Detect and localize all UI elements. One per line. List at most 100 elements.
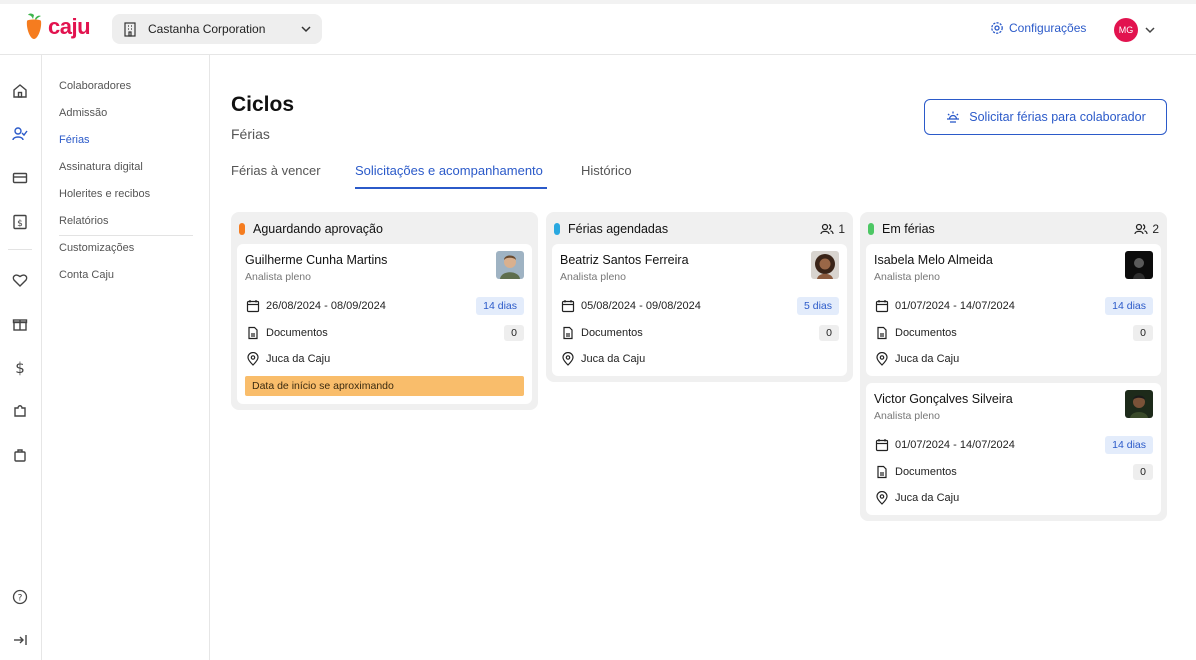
calendar-icon bbox=[245, 299, 261, 313]
subnav-item-relatorios[interactable]: Relatórios bbox=[59, 215, 109, 227]
settings-link[interactable]: Configurações bbox=[990, 21, 1086, 35]
employee-role: Analista pleno bbox=[874, 271, 940, 283]
documents-row[interactable]: Documentos 0 bbox=[874, 324, 1153, 342]
column-title: Em férias bbox=[882, 222, 935, 236]
days-badge: 14 dias bbox=[1105, 297, 1153, 315]
sun-icon bbox=[947, 111, 960, 123]
manager-row: Juca da Caju bbox=[874, 489, 1153, 507]
subnav-item-ferias[interactable]: Férias bbox=[59, 134, 90, 146]
status-dot bbox=[868, 223, 874, 235]
employee-card[interactable]: Guilherme Cunha Martins Analista pleno 2… bbox=[237, 244, 532, 404]
pin-icon bbox=[874, 491, 890, 505]
logo-text: caju bbox=[48, 14, 91, 39]
column-header: Aguardando aprovação bbox=[237, 218, 532, 240]
dollar-icon[interactable]: $ bbox=[11, 359, 29, 377]
subnav-item-conta-caju[interactable]: Conta Caju bbox=[59, 269, 114, 281]
documents-label: Documentos bbox=[266, 327, 328, 339]
warning-banner: Data de início se aproximando bbox=[245, 376, 524, 396]
subnav-item-assinatura-digital[interactable]: Assinatura digital bbox=[59, 161, 143, 173]
svg-text:$: $ bbox=[17, 219, 23, 229]
collapse-icon[interactable] bbox=[11, 631, 29, 649]
documents-count: 0 bbox=[1133, 464, 1153, 480]
calendar-icon bbox=[874, 438, 890, 452]
home-icon[interactable] bbox=[11, 82, 29, 100]
dates-row: 26/08/2024 - 08/09/2024 14 dias bbox=[245, 297, 524, 315]
help-icon[interactable]: ? bbox=[11, 588, 29, 606]
company-name: Castanha Corporation bbox=[148, 22, 266, 36]
top-bar: caju Castanha Corporation Configurações … bbox=[0, 0, 1196, 55]
documents-row[interactable]: Documentos 0 bbox=[560, 324, 839, 342]
caju-logo[interactable]: caju bbox=[24, 12, 91, 42]
documents-count: 0 bbox=[504, 325, 524, 341]
puzzle-icon[interactable] bbox=[11, 402, 29, 420]
card-icon[interactable] bbox=[11, 169, 29, 187]
user-avatar[interactable]: MG bbox=[1114, 18, 1138, 42]
subnav-item-holerites[interactable]: Holerites e recibos bbox=[59, 188, 150, 200]
employee-card[interactable]: Isabela Melo Almeida Analista pleno 01/0… bbox=[866, 244, 1161, 376]
gift-icon[interactable] bbox=[11, 315, 29, 333]
employee-role: Analista pleno bbox=[874, 410, 940, 422]
manager-name: Juca da Caju bbox=[895, 492, 960, 504]
subnav-item-colaboradores[interactable]: Colaboradores bbox=[59, 80, 131, 92]
employee-name: Guilherme Cunha Martins bbox=[245, 253, 388, 267]
employee-name: Beatriz Santos Ferreira bbox=[560, 253, 689, 267]
pin-icon bbox=[560, 352, 576, 366]
documents-row[interactable]: Documentos 0 bbox=[874, 463, 1153, 481]
manager-name: Juca da Caju bbox=[895, 353, 960, 365]
manager-row: Juca da Caju bbox=[874, 350, 1153, 368]
employee-name: Victor Gonçalves Silveira bbox=[874, 392, 1013, 406]
vacation-dates: 01/07/2024 - 14/07/2024 bbox=[895, 439, 1015, 451]
documents-label: Documentos bbox=[895, 327, 957, 339]
employee-role: Analista pleno bbox=[560, 271, 626, 283]
status-dot bbox=[239, 223, 245, 235]
status-dot bbox=[554, 223, 560, 235]
employee-photo bbox=[811, 251, 839, 279]
page-title: Ciclos bbox=[231, 93, 295, 116]
subnav-item-customizacoes[interactable]: Customizações bbox=[59, 242, 134, 254]
documents-label: Documentos bbox=[581, 327, 643, 339]
employee-card[interactable]: Beatriz Santos Ferreira Analista pleno 0… bbox=[552, 244, 847, 376]
column-count: 1 bbox=[820, 222, 845, 236]
tab-ferias-a-vencer[interactable]: Férias à vencer bbox=[231, 163, 321, 178]
svg-text:?: ? bbox=[18, 594, 23, 604]
manager-row: Juca da Caju bbox=[560, 350, 839, 368]
request-vacation-button[interactable]: Solicitar férias para colaborador bbox=[924, 99, 1167, 135]
employee-card[interactable]: Victor Gonçalves Silveira Analista pleno… bbox=[866, 383, 1161, 515]
employee-photo bbox=[1125, 390, 1153, 418]
heart-icon[interactable] bbox=[11, 271, 29, 289]
pin-icon bbox=[874, 352, 890, 366]
vacation-dates: 01/07/2024 - 14/07/2024 bbox=[895, 300, 1015, 312]
settings-label: Configurações bbox=[1009, 21, 1087, 35]
pin-icon bbox=[245, 352, 261, 366]
dollar-doc-icon[interactable]: $ bbox=[11, 213, 29, 231]
column-title: Aguardando aprovação bbox=[253, 222, 383, 236]
icon-rail: $ $ ? bbox=[0, 55, 42, 660]
gear-icon bbox=[991, 22, 1003, 34]
column-header: Férias agendadas 1 bbox=[552, 218, 847, 240]
bag-icon[interactable] bbox=[11, 446, 29, 464]
documents-row[interactable]: Documentos 0 bbox=[245, 324, 524, 342]
svg-text:$: $ bbox=[15, 360, 25, 376]
subnav-item-admissao[interactable]: Admissão bbox=[59, 107, 107, 119]
users-icon bbox=[1134, 223, 1148, 235]
company-selector[interactable]: Castanha Corporation bbox=[112, 14, 322, 44]
document-icon bbox=[560, 326, 576, 340]
column-em-ferias: Em férias 2 Isabela Melo Almeida Analist… bbox=[860, 212, 1167, 521]
users-icon bbox=[820, 223, 834, 235]
tab-solicitacoes[interactable]: Solicitações e acompanhamento bbox=[355, 163, 543, 178]
dates-row: 05/08/2024 - 09/08/2024 5 dias bbox=[560, 297, 839, 315]
column-aguardando-aprovacao: Aguardando aprovação Guilherme Cunha Mar… bbox=[231, 212, 538, 410]
employee-photo bbox=[1125, 251, 1153, 279]
calendar-icon bbox=[560, 299, 576, 313]
documents-label: Documentos bbox=[895, 466, 957, 478]
tab-historico[interactable]: Histórico bbox=[581, 163, 632, 178]
subnav-divider bbox=[59, 235, 193, 236]
document-icon bbox=[874, 465, 890, 479]
sub-navigation: Colaboradores Admissão Férias Assinatura… bbox=[42, 55, 210, 660]
calendar-icon bbox=[874, 299, 890, 313]
document-icon bbox=[245, 326, 261, 340]
user-menu-chevron-icon[interactable] bbox=[1144, 24, 1156, 36]
documents-count: 0 bbox=[819, 325, 839, 341]
user-check-icon[interactable] bbox=[11, 125, 29, 143]
manager-name: Juca da Caju bbox=[581, 353, 646, 365]
